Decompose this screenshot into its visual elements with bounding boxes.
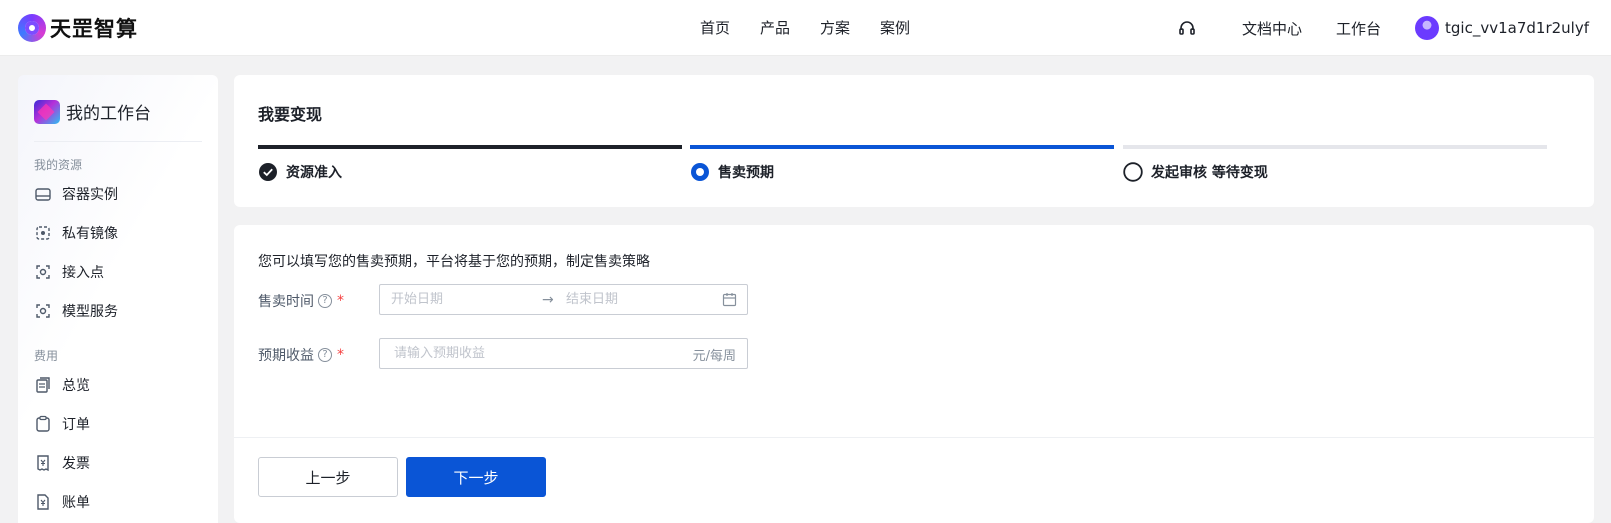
- sidebar-item-model-services[interactable]: 模型服务: [34, 299, 118, 323]
- user-menu: 文档中心 工作台 tgic_vv1a7d1r2ulyf: [1177, 15, 1589, 41]
- image-scan-icon: [36, 226, 50, 240]
- step-label: 资源准入: [286, 165, 342, 181]
- step-1-progress-bar: [258, 145, 682, 149]
- sidebar-item-private-images[interactable]: 私有镜像: [34, 221, 118, 245]
- start-date-input[interactable]: [391, 285, 531, 314]
- step-3-progress-bar: [1123, 145, 1547, 149]
- sidebar-item-access-points[interactable]: 接入点: [34, 260, 104, 284]
- previous-step-button[interactable]: 上一步: [258, 457, 398, 497]
- help-icon[interactable]: ?: [318, 294, 332, 308]
- nav-cases[interactable]: 案例: [880, 17, 910, 38]
- brand-name: 天罡智算: [50, 17, 138, 41]
- next-step-button[interactable]: 下一步: [406, 457, 546, 497]
- sidebar-item-label: 发票: [62, 456, 90, 472]
- sidebar-item-label: 总览: [62, 378, 90, 394]
- docs-center-link[interactable]: 文档中心: [1242, 18, 1302, 39]
- brand-logo-icon: [18, 14, 46, 42]
- revenue-label-text: 预期收益: [258, 348, 314, 364]
- radio-active-icon: [691, 163, 709, 181]
- step-resource-admission[interactable]: 资源准入: [258, 162, 342, 182]
- sales-expectation-form: 您可以填写您的售卖预期，平台将基于您的预期，制定售卖策略 售卖时间 ? * → …: [234, 225, 1594, 523]
- brand-logo-link[interactable]: 天罡智算: [18, 13, 138, 43]
- model-service-icon: [36, 304, 50, 318]
- sidebar-item-label: 模型服务: [62, 304, 118, 320]
- radio-empty-icon: [1123, 162, 1143, 182]
- steps-card: 我要变现 资源准入 售卖预期 发起审核 等待变现: [234, 75, 1594, 207]
- sale-time-label-text: 售卖时间: [258, 294, 314, 310]
- sidebar: 我的工作台 我的资源 容器实例 私有镜像 接入点 模型服务 费用 总览 订单 发…: [18, 75, 218, 523]
- calendar-icon[interactable]: [722, 292, 737, 307]
- sidebar-item-label: 账单: [62, 495, 90, 511]
- revenue-input[interactable]: [394, 339, 664, 368]
- sale-time-label: 售卖时间 ? *: [258, 291, 344, 311]
- step-submit-review[interactable]: 发起审核 等待变现: [1123, 162, 1268, 182]
- sidebar-item-overview[interactable]: 总览: [34, 373, 90, 397]
- sale-time-range-picker[interactable]: →: [379, 284, 748, 315]
- disk-icon: [35, 188, 51, 201]
- nav-solutions[interactable]: 方案: [820, 17, 850, 38]
- required-mark: *: [337, 293, 344, 309]
- top-navigation: 天罡智算 首页 产品 方案 案例 文档中心 工作台 tgic_vv1a7d1r2…: [0, 0, 1611, 56]
- check-circle-icon: [259, 163, 277, 181]
- required-mark: *: [337, 347, 344, 363]
- workbench-logo-icon: [34, 99, 60, 124]
- headset-icon[interactable]: [1177, 18, 1197, 38]
- username[interactable]: tgic_vv1a7d1r2ulyf: [1445, 19, 1589, 37]
- sidebar-title: 我的工作台: [66, 104, 151, 124]
- sidebar-item-label: 容器实例: [62, 187, 118, 203]
- sidebar-group-resources: 我的资源: [34, 158, 83, 172]
- sidebar-item-invoices[interactable]: 发票: [34, 451, 90, 475]
- form-divider: [234, 437, 1594, 438]
- revenue-unit-suffix: 元/每周: [692, 349, 736, 364]
- sidebar-divider: [34, 141, 202, 142]
- sidebar-item-container-instances[interactable]: 容器实例: [34, 182, 118, 206]
- bill-icon: [37, 494, 49, 510]
- clipboard-icon: [36, 415, 50, 432]
- page-title: 我要变现: [258, 105, 323, 124]
- help-icon[interactable]: ?: [318, 348, 332, 362]
- workbench-link[interactable]: 工作台: [1336, 18, 1381, 39]
- sidebar-item-label: 私有镜像: [62, 226, 118, 242]
- step-label: 售卖预期: [718, 165, 774, 181]
- form-intro: 您可以填写您的售卖预期，平台将基于您的预期，制定售卖策略: [258, 254, 650, 270]
- sidebar-group-billing: 费用: [34, 349, 59, 363]
- avatar[interactable]: [1415, 16, 1440, 40]
- overview-icon: [36, 377, 50, 393]
- step-2-progress-bar: [690, 145, 1114, 149]
- nav-home[interactable]: 首页: [700, 17, 730, 38]
- sidebar-item-label: 接入点: [62, 265, 104, 281]
- step-label: 发起审核 等待变现: [1151, 165, 1268, 181]
- arrow-right-icon: →: [542, 292, 554, 308]
- sidebar-item-orders[interactable]: 订单: [34, 412, 90, 436]
- revenue-label: 预期收益 ? *: [258, 345, 344, 365]
- sidebar-item-bills[interactable]: 账单: [34, 490, 90, 514]
- invoice-icon: [37, 455, 49, 472]
- nav-products[interactable]: 产品: [760, 17, 790, 38]
- end-date-input[interactable]: [566, 285, 706, 314]
- step-sales-expectation[interactable]: 售卖预期: [690, 162, 774, 182]
- revenue-field[interactable]: 元/每周: [379, 338, 748, 369]
- main-menu: 首页 产品 方案 案例: [700, 17, 910, 38]
- access-point-icon: [36, 265, 50, 279]
- sidebar-header: 我的工作台: [34, 99, 151, 124]
- sidebar-item-label: 订单: [62, 417, 90, 433]
